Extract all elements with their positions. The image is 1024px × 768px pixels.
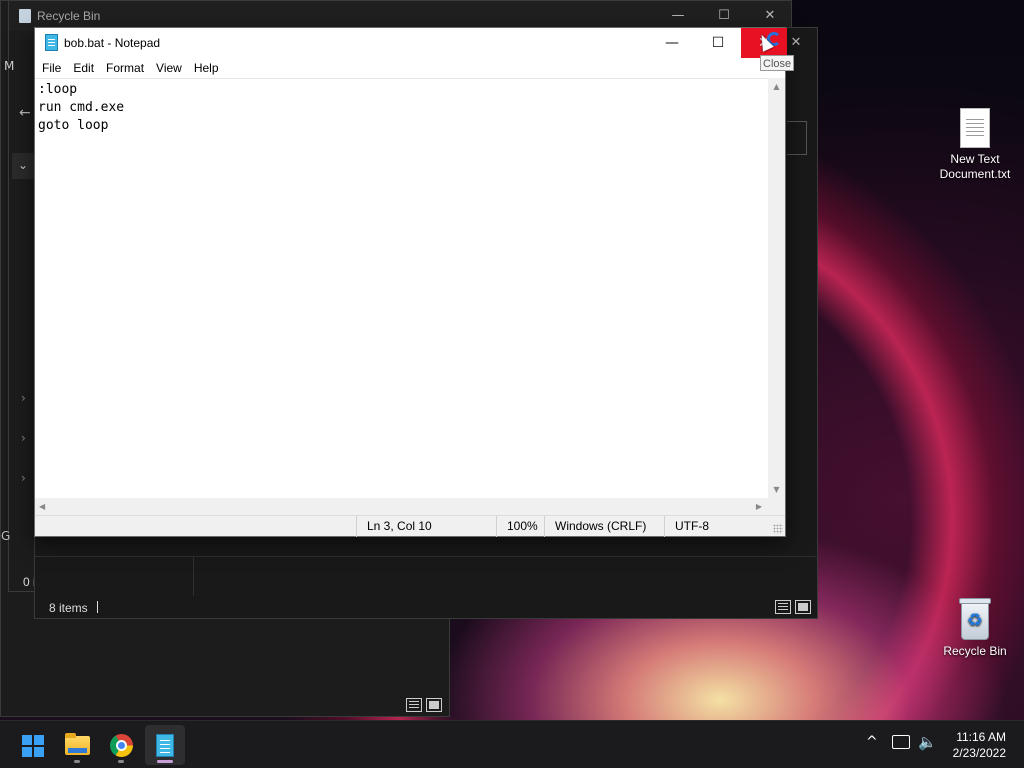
minimize-button[interactable]: — bbox=[649, 28, 695, 58]
menu-view[interactable]: View bbox=[150, 58, 188, 78]
taskbar-notepad[interactable] bbox=[145, 725, 185, 765]
chevron-right-icon[interactable]: › bbox=[21, 391, 26, 405]
notepad-icon bbox=[45, 34, 58, 51]
resize-grip-icon[interactable] bbox=[773, 524, 783, 534]
recycle-bin-icon bbox=[19, 9, 31, 23]
desktop-icon-label: New Text Document.txt bbox=[939, 152, 1011, 181]
details-view-icon[interactable] bbox=[406, 698, 422, 712]
divider bbox=[35, 556, 819, 557]
editor-content[interactable]: :loop run cmd.exe goto loop bbox=[35, 79, 770, 137]
running-indicator bbox=[74, 760, 80, 763]
details-view-icon[interactable] bbox=[775, 600, 791, 614]
volume-icon[interactable]: 🔈 bbox=[918, 733, 937, 751]
desktop-icon-label: Recycle Bin bbox=[943, 644, 1007, 658]
side-letter: G bbox=[1, 529, 11, 543]
folder-icon bbox=[65, 733, 90, 755]
network-icon[interactable] bbox=[892, 735, 910, 749]
scroll-up-icon[interactable]: ▲ bbox=[768, 82, 785, 91]
vertical-scrollbar[interactable]: ▲ ▼ bbox=[768, 78, 785, 498]
running-indicator bbox=[118, 760, 124, 763]
scroll-corner bbox=[768, 498, 785, 515]
menu-edit[interactable]: Edit bbox=[67, 58, 100, 78]
recycle-bin-icon: ♻ bbox=[958, 598, 992, 640]
status-encoding: UTF-8 bbox=[664, 516, 785, 537]
chevron-right-icon[interactable]: › bbox=[21, 471, 26, 485]
status-zoom: 100% bbox=[496, 516, 544, 537]
horizontal-scrollbar[interactable]: ◀ ▶ bbox=[35, 498, 770, 515]
view-toggle-group bbox=[775, 600, 811, 614]
status-separator bbox=[97, 601, 98, 613]
chrome-icon bbox=[110, 734, 133, 757]
large-icons-view-icon[interactable] bbox=[426, 698, 442, 712]
text-document-icon bbox=[960, 108, 990, 148]
clock-time: 11:16 AM bbox=[956, 730, 1006, 744]
chevron-down-icon: ⌄ bbox=[18, 158, 29, 172]
clock-date: 2/23/2022 bbox=[952, 746, 1006, 760]
menu-format[interactable]: Format bbox=[100, 58, 150, 78]
desktop-icon-new-text-document[interactable]: New Text Document.txt bbox=[930, 108, 1020, 182]
text-editor[interactable]: :loop run cmd.exe goto loop bbox=[35, 78, 770, 498]
back-arrow-icon[interactable]: ← bbox=[19, 105, 31, 121]
status-line-ending: Windows (CRLF) bbox=[544, 516, 664, 537]
start-button[interactable] bbox=[12, 725, 52, 765]
status-bar: Ln 3, Col 10 100% Windows (CRLF) UTF-8 bbox=[35, 515, 785, 537]
scroll-down-icon[interactable]: ▼ bbox=[768, 485, 785, 494]
notepad-icon bbox=[156, 734, 174, 757]
status-items-count: 8 items bbox=[49, 601, 88, 615]
desktop-icon-recycle-bin[interactable]: ♻ Recycle Bin bbox=[930, 598, 1020, 659]
menu-file[interactable]: File bbox=[36, 58, 67, 78]
window-title: Recycle Bin bbox=[37, 9, 101, 23]
view-toggle-group bbox=[406, 698, 442, 712]
chevron-right-icon[interactable]: › bbox=[21, 431, 26, 445]
status-cursor-position: Ln 3, Col 10 bbox=[356, 516, 496, 537]
notepad-title-bar[interactable]: bob.bat - Notepad — ☐ ✕ bbox=[35, 28, 787, 58]
scroll-left-icon[interactable]: ◀ bbox=[39, 498, 45, 515]
window-title: bob.bat - Notepad bbox=[64, 36, 161, 50]
clock[interactable]: 11:16 AM 2/23/2022 bbox=[953, 729, 1006, 761]
menu-help[interactable]: Help bbox=[188, 58, 225, 78]
scroll-right-icon[interactable]: ▶ bbox=[756, 498, 762, 515]
taskbar: ^ 🔈 11:16 AM 2/23/2022 bbox=[0, 720, 1024, 768]
taskbar-file-explorer[interactable] bbox=[57, 725, 97, 765]
notepad-window[interactable]: bob.bat - Notepad — ☐ ✕ File Edit Format… bbox=[34, 27, 787, 537]
show-hidden-icons-chevron-icon[interactable]: ^ bbox=[866, 734, 878, 750]
maximize-button[interactable]: ☐ bbox=[695, 28, 741, 58]
windows-start-icon bbox=[22, 735, 44, 757]
divider bbox=[193, 556, 194, 596]
taskbar-chrome[interactable] bbox=[101, 725, 141, 765]
large-icons-view-icon[interactable] bbox=[795, 600, 811, 614]
search-box-edge[interactable] bbox=[787, 121, 807, 155]
menu-bar: File Edit Format View Help bbox=[35, 58, 787, 78]
running-indicator bbox=[157, 760, 173, 763]
side-letter: M bbox=[4, 59, 15, 73]
expand-nav-button[interactable]: ⌄ bbox=[12, 153, 36, 179]
close-tooltip: Close bbox=[760, 55, 795, 71]
